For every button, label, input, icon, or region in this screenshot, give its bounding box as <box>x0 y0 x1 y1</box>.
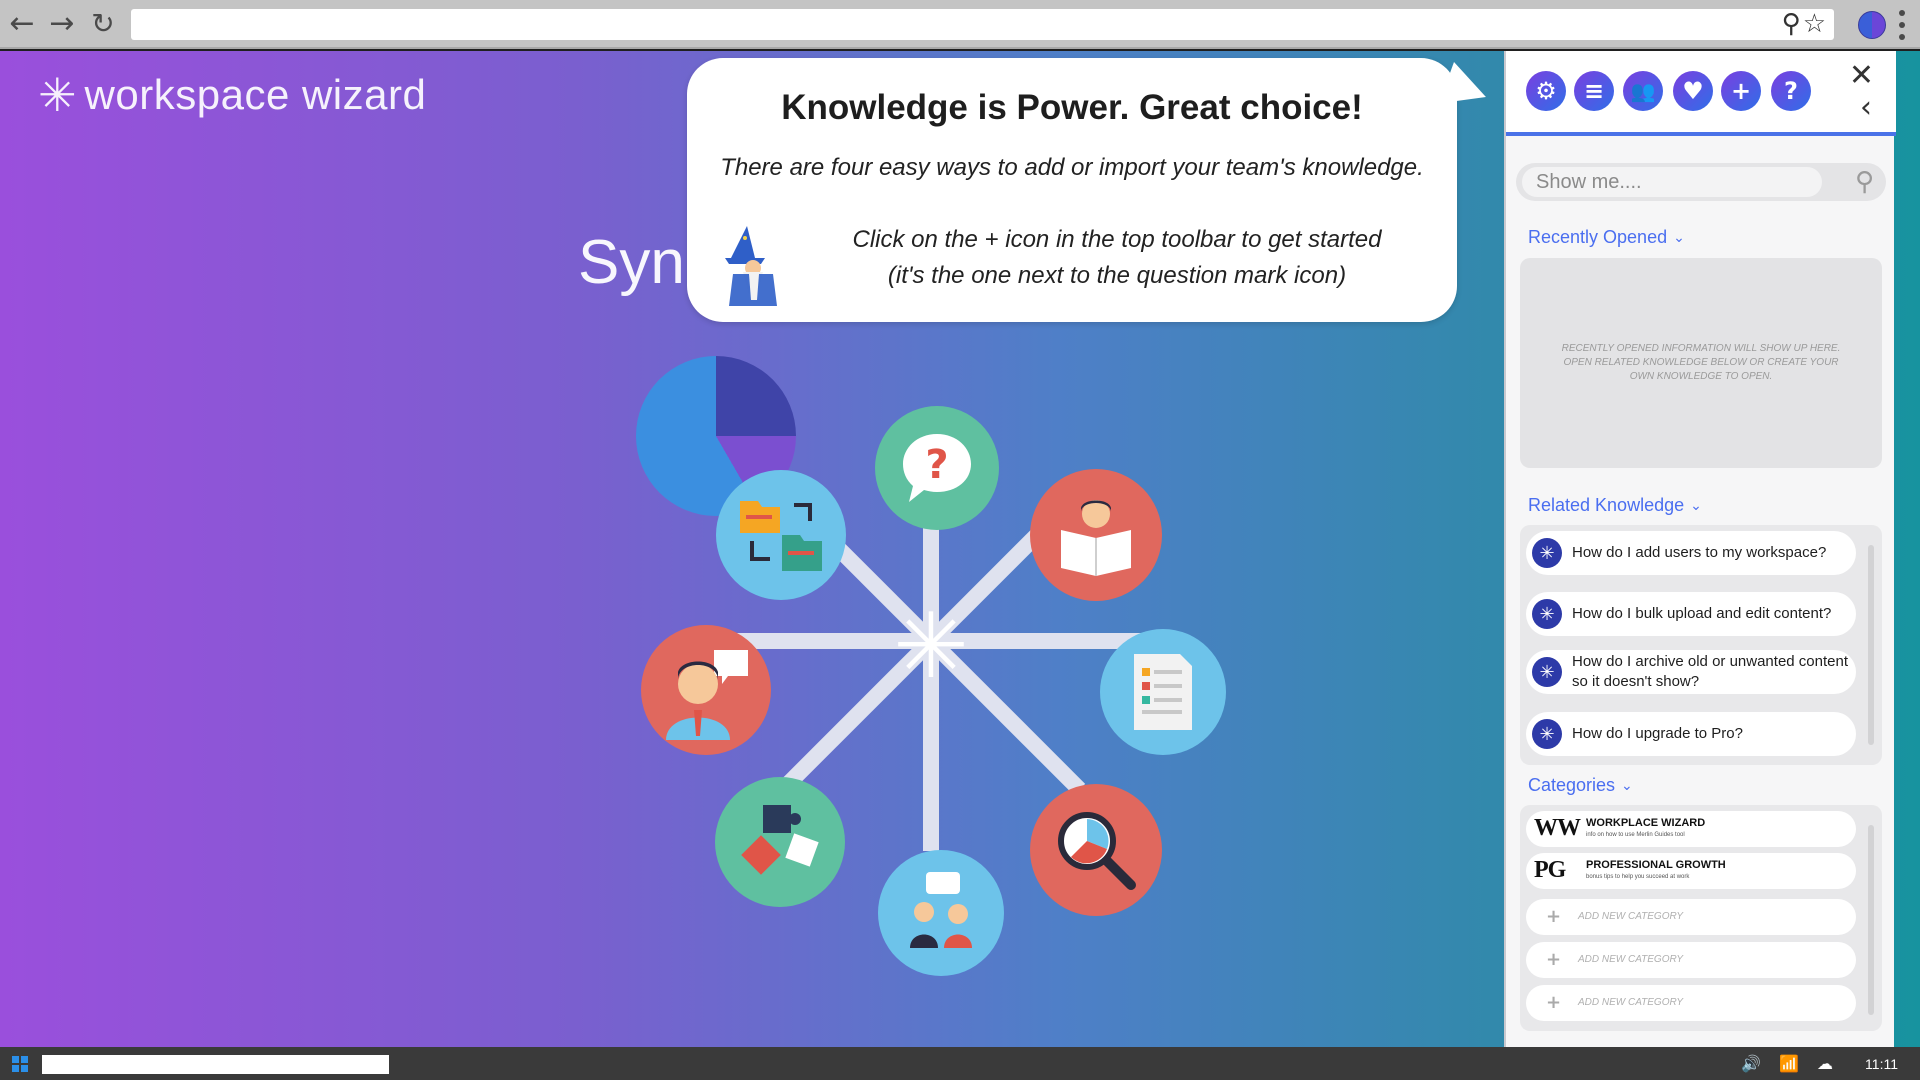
system-tray: 🔊 📶 ☁ 11:11 <box>1741 1047 1920 1080</box>
users-icon[interactable]: 👥 <box>1623 71 1663 111</box>
categories-header[interactable]: Categories ⌄ <box>1528 775 1633 796</box>
chevron-left-icon[interactable]: ‹ <box>1860 93 1872 123</box>
reload-icon[interactable]: ↻ <box>86 8 120 40</box>
knowledge-item[interactable]: ✳ How do I bulk upload and edit content? <box>1526 592 1856 636</box>
sparkle-icon: ✳ <box>1532 538 1562 568</box>
category-name: WORKPLACE WIZARD <box>1586 817 1706 829</box>
knowledge-item[interactable]: ✳ How do I archive old or unwanted conte… <box>1526 650 1856 694</box>
forward-arrow-icon[interactable]: → <box>44 8 80 40</box>
clock[interactable]: 11:11 <box>1865 1056 1898 1072</box>
plus-icon: + <box>1546 992 1562 1013</box>
browser-menu-icon[interactable] <box>1896 10 1908 40</box>
tooltip-instructions: Click on the + icon in the top toolbar t… <box>777 222 1457 294</box>
add-category-button[interactable]: + ADD NEW CATEGORY <box>1526 985 1856 1021</box>
search-icon[interactable]: ⚲ <box>1855 167 1874 197</box>
chevron-down-icon: ⌄ <box>1673 229 1685 246</box>
chevron-down-icon: ⌄ <box>1621 777 1633 794</box>
tooltip-instruction-line: Click on the + icon in the top toolbar t… <box>852 226 1382 253</box>
section-title-label: Related Knowledge <box>1528 495 1685 515</box>
add-category-button[interactable]: + ADD NEW CATEGORY <box>1526 899 1856 935</box>
back-arrow-icon[interactable]: ← <box>4 8 40 40</box>
star-icon[interactable]: ☆ <box>1803 11 1826 38</box>
volume-icon[interactable]: 🔊 <box>1741 1054 1761 1073</box>
sparkle-icon: ✳ <box>38 68 77 122</box>
taskbar-search-input[interactable] <box>42 1055 389 1074</box>
tooltip-instruction-line: (it's the one next to the question mark … <box>887 262 1347 289</box>
knowledge-item-label: How do I upgrade to Pro? <box>1572 725 1743 742</box>
panel-toolbar: ⚙ ≡ 👥 ♥ + ? ✕ ‹ <box>1506 51 1896 136</box>
close-icon[interactable]: ✕ <box>1849 61 1874 91</box>
plus-icon: + <box>1546 906 1562 927</box>
gear-icon[interactable]: ⚙ <box>1526 71 1566 111</box>
section-title-label: Categories <box>1528 775 1616 795</box>
scrollbar[interactable] <box>1868 825 1874 1015</box>
cloud-icon[interactable]: ☁ <box>1817 1054 1833 1073</box>
add-category-label: ADD NEW CATEGORY <box>1578 954 1684 965</box>
category-desc: bonus tips to help you succeed at work <box>1586 874 1690 880</box>
search-input[interactable] <box>1522 167 1822 197</box>
knowledge-side-panel: ⚙ ≡ 👥 ♥ + ? ✕ ‹ ⚲ Recently Opened ⌄ RECE… <box>1504 51 1896 1047</box>
related-knowledge-header[interactable]: Related Knowledge ⌄ <box>1528 495 1702 516</box>
category-item[interactable]: WW WORKPLACE WIZARD info on how to use M… <box>1526 811 1856 847</box>
category-abbr: WW <box>1534 815 1581 841</box>
wizard-mascot-icon <box>721 224 781 308</box>
tooltip-subtitle: There are four easy ways to add or impor… <box>720 154 1424 181</box>
sparkle-icon: ✳ <box>893 593 969 699</box>
knowledge-item-label: How do I add users to my workspace? <box>1572 544 1827 561</box>
brand-name: workspace wizard <box>84 71 427 118</box>
sparkle-icon: ✳ <box>1532 599 1562 629</box>
windows-start-icon[interactable] <box>12 1056 28 1072</box>
category-item[interactable]: PG PROFESSIONAL GROWTH bonus tips to hel… <box>1526 853 1856 889</box>
categories-list: WW WORKPLACE WIZARD info on how to use M… <box>1520 805 1882 1031</box>
related-knowledge-list: ✳ How do I add users to my workspace? ✳ … <box>1520 525 1882 765</box>
address-bar[interactable]: ⚲ ☆ <box>131 9 1834 40</box>
sparkle-icon: ✳ <box>1532 719 1562 749</box>
knowledge-item-label: How do I bulk upload and edit content? <box>1572 605 1832 622</box>
section-title-label: Recently Opened <box>1528 227 1668 247</box>
heart-icon[interactable]: ♥ <box>1673 71 1713 111</box>
knowledge-item-label: How do I archive old or unwanted content… <box>1572 653 1848 690</box>
add-category-label: ADD NEW CATEGORY <box>1578 997 1684 1008</box>
empty-state-text: RECENTLY OPENED INFORMATION WILL SHOW UP… <box>1561 343 1841 382</box>
category-desc: info on how to use Merlin Guides tool <box>1586 832 1685 838</box>
brand-logo[interactable]: ✳ workspace wizard <box>38 71 426 119</box>
plus-icon: + <box>1546 949 1562 970</box>
tooltip-title: Knowledge is Power. Great choice! <box>781 88 1363 127</box>
hub-diagram: ? ✳ <box>636 356 1226 976</box>
onboarding-tooltip: Knowledge is Power. Great choice! There … <box>687 58 1457 322</box>
add-category-button[interactable]: + ADD NEW CATEGORY <box>1526 942 1856 978</box>
profile-avatar[interactable] <box>1858 11 1886 39</box>
category-abbr: PG <box>1534 857 1566 883</box>
sparkle-icon: ✳ <box>1532 657 1562 687</box>
knowledge-item[interactable]: ✳ How do I add users to my workspace? <box>1526 531 1856 575</box>
recently-opened-header[interactable]: Recently Opened ⌄ <box>1528 227 1685 248</box>
wifi-icon[interactable]: 📶 <box>1779 1054 1799 1073</box>
hub-center-logo: ✳ <box>636 356 969 699</box>
chevron-down-icon: ⌄ <box>1690 497 1702 514</box>
category-name: PROFESSIONAL GROWTH <box>1586 859 1726 871</box>
knowledge-item[interactable]: ✳ How do I upgrade to Pro? <box>1526 712 1856 756</box>
os-taskbar: 🔊 📶 ☁ 11:11 <box>0 1047 1920 1080</box>
question-icon[interactable]: ? <box>1771 71 1811 111</box>
add-category-label: ADD NEW CATEGORY <box>1578 911 1684 922</box>
browser-toolbar: ← → ↻ ⚲ ☆ <box>0 0 1920 49</box>
plus-icon[interactable]: + <box>1721 71 1761 111</box>
search-icon[interactable]: ⚲ <box>1782 11 1801 38</box>
panel-search: ⚲ <box>1516 163 1886 201</box>
recently-opened-list: RECENTLY OPENED INFORMATION WILL SHOW UP… <box>1520 258 1882 468</box>
scrollbar[interactable] <box>1868 545 1874 745</box>
list-icon[interactable]: ≡ <box>1574 71 1614 111</box>
